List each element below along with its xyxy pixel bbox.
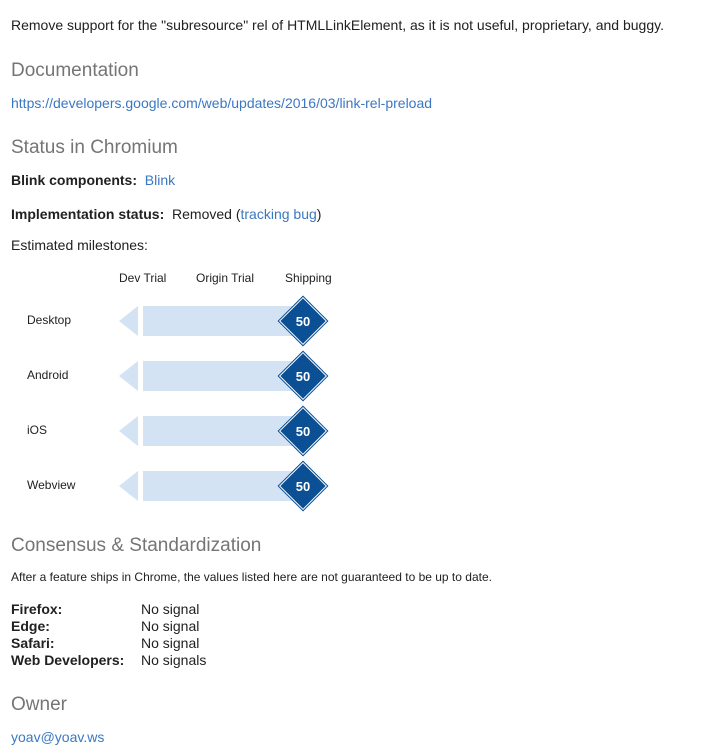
web-developers-signal: No signals (141, 652, 207, 668)
arrow-left-icon (119, 361, 138, 391)
shipping-milestone-desktop: 50 (295, 314, 311, 329)
web-developers-label: Web Developers: (11, 652, 125, 668)
estimated-milestones-label: Estimated milestones: (11, 237, 148, 253)
owner-email-link[interactable]: yoav@yoav.ws (11, 729, 104, 745)
browser-edge-signal: No signal (141, 618, 200, 634)
platform-android-label: Android (27, 368, 69, 382)
arrow-left-icon (119, 471, 138, 501)
browser-firefox-signal: No signal (141, 601, 200, 617)
status-heading: Status in Chromium (11, 137, 178, 158)
column-dev-trial: Dev Trial (119, 271, 167, 285)
milestone-bar-android (143, 361, 303, 391)
milestone-bar-desktop (143, 306, 303, 336)
implementation-status-value: Removed ( (172, 206, 241, 222)
platform-ios-label: iOS (27, 423, 48, 437)
implementation-status-label: Implementation status: (11, 206, 165, 222)
consensus-note: After a feature ships in Chrome, the val… (11, 570, 492, 584)
milestone-bar-webview (143, 471, 303, 501)
browser-safari-label: Safari: (11, 635, 55, 651)
browser-firefox-label: Firefox: (11, 601, 63, 617)
shipping-milestone-android: 50 (295, 369, 311, 384)
column-shipping: Shipping (285, 271, 332, 285)
platform-webview-label: Webview (27, 478, 76, 492)
documentation-heading: Documentation (11, 60, 139, 81)
browser-edge-label: Edge: (11, 618, 50, 634)
shipping-milestone-ios: 50 (295, 424, 311, 439)
arrow-left-icon (119, 306, 138, 336)
feature-summary: Remove support for the "subresource" rel… (11, 17, 664, 33)
milestone-bar-ios (143, 416, 303, 446)
owner-heading: Owner (11, 694, 67, 715)
tracking-bug-link[interactable]: tracking bug (241, 206, 317, 222)
implementation-status-close: ) (316, 206, 322, 222)
platform-desktop-label: Desktop (27, 313, 72, 327)
shipping-milestone-webview: 50 (295, 479, 311, 494)
blink-components-row: Blink components: Blink (11, 172, 175, 188)
documentation-link[interactable]: https://developers.google.com/web/update… (11, 95, 432, 111)
browser-safari-signal: No signal (141, 635, 200, 651)
blink-components-label: Blink components: (11, 172, 138, 188)
consensus-heading: Consensus & Standardization (11, 535, 262, 556)
column-origin-trial: Origin Trial (196, 271, 255, 285)
arrow-left-icon (119, 416, 138, 446)
implementation-status-row: Implementation status: Removed (tracking… (11, 206, 321, 222)
blink-component-link[interactable]: Blink (145, 172, 175, 188)
